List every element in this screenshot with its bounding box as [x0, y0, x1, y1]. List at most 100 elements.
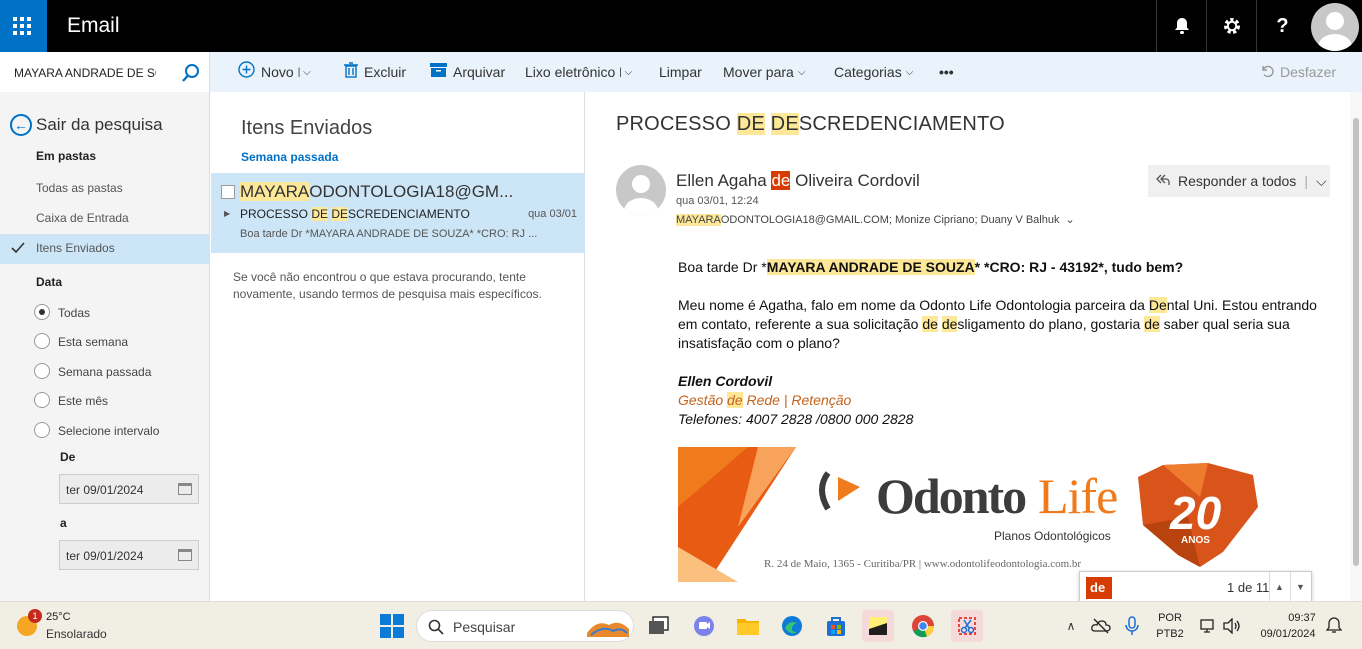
item-sender: MAYARAODONTOLOGIA18@GM...	[240, 182, 514, 201]
chevron-down-icon[interactable]: | ⌵	[619, 67, 632, 78]
exit-search-button[interactable]: ← Sair da pesquisa	[10, 114, 163, 136]
move-to-button[interactable]: Mover para ⌵	[723, 52, 805, 92]
radio-select-range[interactable]	[34, 422, 50, 438]
windows-start-icon[interactable]	[376, 610, 408, 642]
weather-condition[interactable]: Ensolarado	[46, 627, 107, 641]
calendar-icon[interactable]	[178, 483, 192, 495]
body-paragraph: Meu nome é Agatha, falo em nome da Odont…	[678, 297, 1317, 351]
search-input[interactable]: MAYARA ANDRADE DE SOUZA	[0, 52, 210, 92]
search-highlight-icon	[587, 622, 629, 637]
exit-search-label: Sair da pesquisa	[36, 115, 163, 134]
app-launcher-icon[interactable]	[0, 0, 47, 52]
archive-icon	[430, 62, 447, 82]
find-next-icon[interactable]: ▼	[1290, 572, 1310, 602]
edge-browser-icon[interactable]	[776, 610, 808, 642]
radio-last-week[interactable]	[34, 363, 50, 379]
notifications-bell-icon[interactable]	[1318, 610, 1350, 642]
input-layout[interactable]: PTB2	[1153, 628, 1187, 640]
archive-button[interactable]: Arquivar	[430, 52, 505, 92]
reading-pane: PROCESSO DE DESCREDENCIAMENTO Ellen Agah…	[586, 92, 1362, 601]
radio-label: Todas	[58, 306, 91, 320]
radio-label: Esta semana	[58, 335, 129, 349]
bell-icon[interactable]	[1156, 0, 1206, 52]
reply-all-button[interactable]: Responder a todos | ⌵	[1148, 165, 1330, 197]
signature-name: Ellen Cordovil	[678, 373, 773, 389]
brand-name-life: Life	[1038, 468, 1117, 524]
reply-all-icon	[1156, 173, 1170, 190]
folder-all[interactable]: Todas as pastas	[36, 181, 123, 195]
input-language[interactable]: POR	[1153, 612, 1187, 624]
more-button[interactable]: •••	[939, 52, 954, 92]
brand-tagline: Planos Odontológicos	[994, 529, 1111, 543]
message-recipients[interactable]: MAYARAODONTOLOGIA18@GMAIL.COM; Monize Ci…	[676, 213, 1075, 226]
folder-inbox[interactable]: Caixa de Entrada	[36, 211, 129, 225]
to-date-value: ter 09/01/2024	[66, 549, 144, 563]
teams-chat-icon[interactable]	[688, 610, 720, 642]
select-checkbox[interactable]	[221, 185, 235, 199]
radio-this-week[interactable]	[34, 333, 50, 349]
find-previous-icon[interactable]: ▲	[1269, 572, 1289, 602]
undo-button[interactable]: Desfazer	[1260, 52, 1336, 92]
radio-all-dates[interactable]	[34, 304, 50, 320]
categories-button[interactable]: Categorias ⌵	[834, 52, 913, 92]
clock-date[interactable]: 09/01/2024	[1252, 628, 1324, 640]
file-explorer-icon[interactable]	[732, 610, 764, 642]
search-icon[interactable]	[181, 63, 201, 83]
signature-banner: Odonto Life Planos Odontológicos R. 24 d…	[678, 447, 1268, 582]
archive-label: Arquivar	[453, 64, 506, 80]
taskbar-search[interactable]: Pesquisar	[416, 610, 634, 642]
folder-sent[interactable]: Itens Enviados	[36, 241, 115, 255]
user-avatar[interactable]	[1311, 3, 1359, 51]
microphone-icon[interactable]	[1116, 610, 1148, 642]
taskbar-search-placeholder: Pesquisar	[453, 619, 516, 635]
help-icon[interactable]: ?	[1256, 0, 1308, 52]
chrome-browser-icon[interactable]	[907, 610, 939, 642]
radio-this-month[interactable]	[34, 392, 50, 408]
to-date-field[interactable]: ter 09/01/2024	[59, 540, 199, 570]
chevron-down-icon[interactable]: | ⌵	[298, 67, 311, 78]
sender-avatar	[616, 165, 666, 215]
speaker-icon[interactable]	[1216, 610, 1248, 642]
calendar-icon[interactable]	[178, 549, 192, 561]
message-subject: PROCESSO DE DESCREDENCIAMENTO	[616, 113, 1005, 135]
sweep-label: Limpar	[659, 64, 702, 80]
new-label: Novo	[261, 64, 294, 80]
chevron-up-icon[interactable]: ∧	[1055, 610, 1087, 642]
group-header[interactable]: Semana passada	[241, 150, 338, 164]
message-body: Boa tarde Dr *MAYARA ANDRADE DE SOUZA* *…	[678, 258, 1328, 429]
app-title: Email	[67, 14, 120, 37]
onedrive-offline-icon[interactable]	[1085, 610, 1117, 642]
chevron-down-icon[interactable]: ⌵	[1316, 173, 1327, 190]
trash-icon	[344, 61, 358, 83]
junk-button[interactable]: Lixo eletrônico | ⌵	[525, 52, 632, 92]
sweep-button[interactable]: Limpar	[659, 52, 702, 92]
reading-pane-scrollbar[interactable]	[1350, 92, 1362, 601]
message-sender[interactable]: Ellen Agaha de Oliveira Cordovil	[676, 171, 920, 191]
new-button[interactable]: Novo | ⌵	[238, 52, 311, 92]
weather-temp[interactable]: 25°C	[46, 611, 71, 623]
search-filter-pane: ← Sair da pesquisa Em pastas Todas as pa…	[0, 92, 210, 601]
categories-label: Categorias	[834, 64, 902, 80]
from-date-field[interactable]: ter 09/01/2024	[59, 474, 199, 504]
notification-badge: 1	[28, 609, 42, 623]
sticky-notes-icon[interactable]	[862, 610, 894, 642]
task-view-icon[interactable]	[643, 610, 675, 642]
reply-all-label: Responder a todos	[1178, 173, 1297, 189]
microsoft-store-icon[interactable]	[820, 610, 852, 642]
move-label: Mover para	[723, 64, 794, 80]
radio-label: Este mês	[58, 394, 109, 408]
top-bar: Email ?	[0, 0, 1362, 52]
delete-button[interactable]: Excluir	[344, 52, 406, 92]
snipping-tool-icon[interactable]	[951, 610, 983, 642]
expand-recipients-icon[interactable]: ⌄	[1065, 214, 1074, 226]
chevron-down-icon: ⌵	[797, 66, 806, 78]
search-value: MAYARA ANDRADE DE SOUZA	[14, 66, 156, 80]
gear-icon[interactable]	[1206, 0, 1256, 52]
anniversary-label: ANOS	[1181, 535, 1210, 546]
expand-caret-icon[interactable]: ▶	[224, 209, 230, 218]
scroll-thumb[interactable]	[1353, 118, 1359, 566]
message-list-item[interactable]: MAYARAODONTOLOGIA18@GM... ▶ PROCESSO DE …	[211, 173, 585, 253]
chevron-down-icon: ⌵	[905, 66, 914, 78]
find-input[interactable]: de	[1086, 577, 1112, 599]
signature-role: Gestão de Rede | Retenção	[678, 392, 852, 408]
